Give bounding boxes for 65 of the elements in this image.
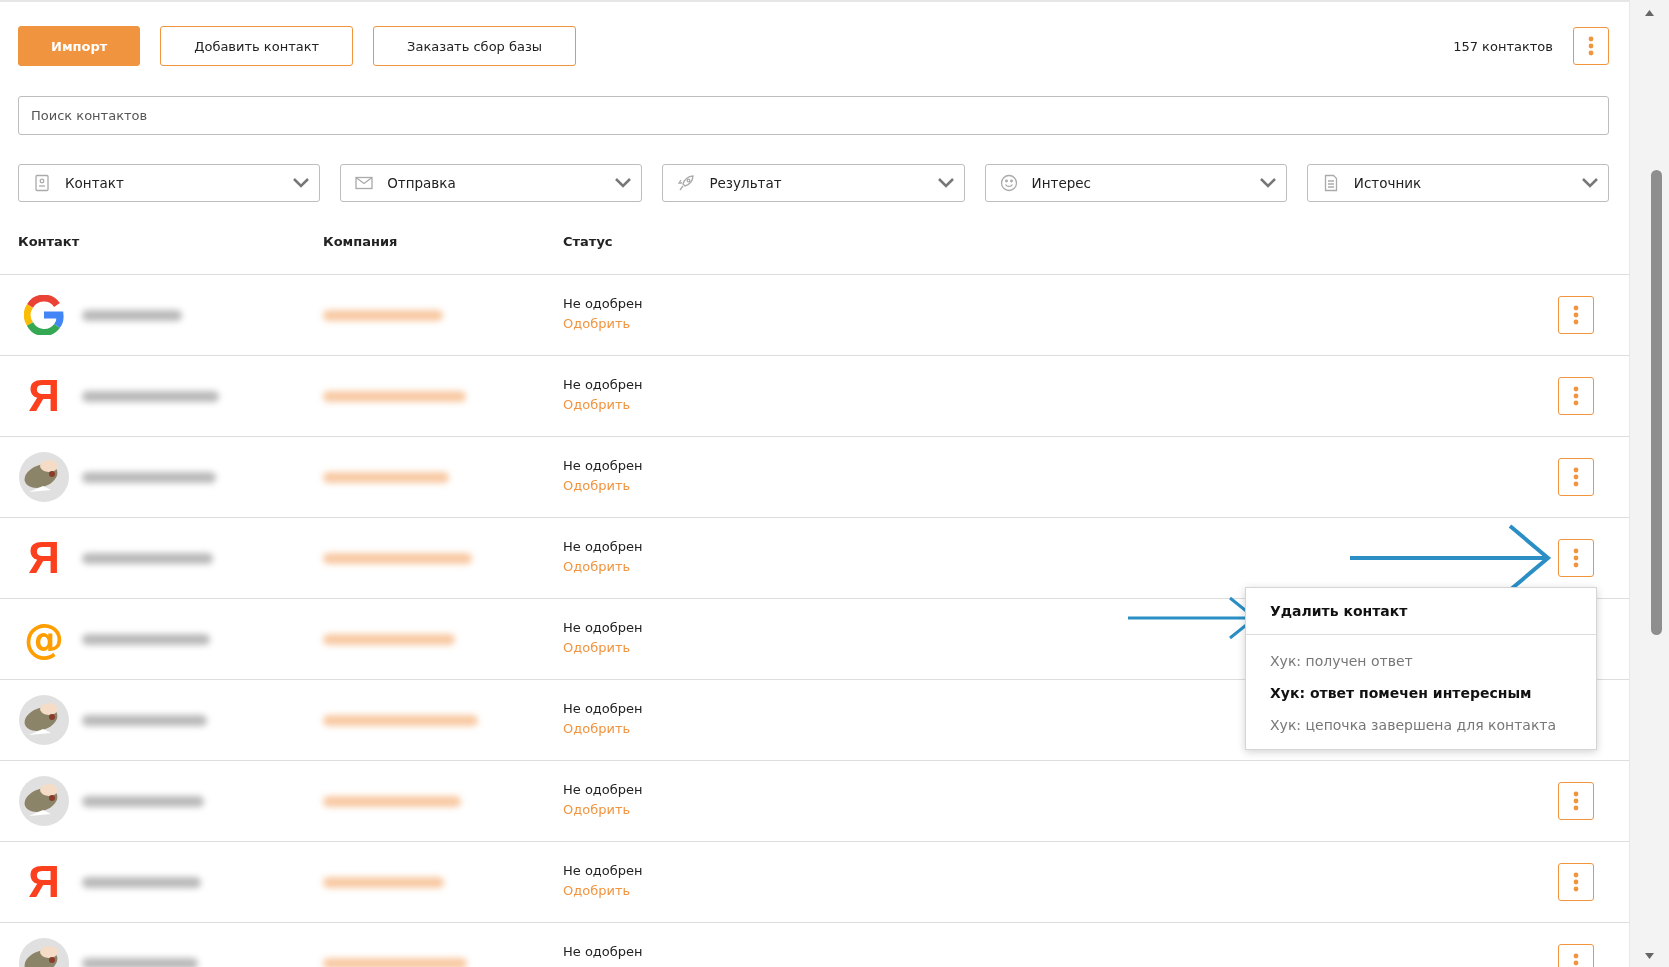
more-icon (1573, 386, 1579, 406)
contact-book-icon (33, 174, 51, 192)
status-text: Не одобрен (563, 296, 643, 311)
search-field[interactable]: Поиск контактов (18, 96, 1609, 135)
scroll-down-icon (1645, 953, 1654, 959)
status-text: Не одобрен (563, 944, 643, 959)
more-icon (1573, 548, 1579, 568)
menu-item[interactable]: Хук: ответ помечен интересным (1246, 677, 1596, 709)
status-text: Не одобрен (563, 782, 643, 797)
menu-item[interactable]: Удалить контакт (1246, 588, 1596, 635)
row-menu-button[interactable] (1558, 782, 1594, 820)
approve-link[interactable]: Одобрить (563, 721, 631, 736)
approve-link[interactable]: Одобрить (563, 802, 631, 817)
more-icon (1573, 467, 1579, 487)
row-menu-button[interactable] (1558, 539, 1594, 577)
envelope-icon (355, 174, 374, 192)
chevron-down-icon (615, 178, 632, 188)
chevron-down-icon (293, 178, 310, 188)
chevron-down-icon (937, 178, 954, 188)
logo-symbol: @ (24, 619, 64, 659)
more-icon (1588, 36, 1594, 56)
contact-count: 157 контактов (1453, 38, 1553, 54)
smiley-icon (999, 174, 1018, 192)
column-header: Компания (323, 233, 398, 249)
filter-dropdown[interactable]: Отправка (340, 164, 643, 202)
filter-dropdown[interactable]: Источник (1306, 164, 1609, 202)
action-button[interactable]: Заказать сбор базы (373, 26, 577, 66)
scrollbar[interactable] (1629, 0, 1669, 967)
more-button[interactable] (1573, 27, 1609, 65)
more-icon (1573, 305, 1579, 325)
more-icon (1573, 872, 1579, 892)
approve-link[interactable]: Одобрить (563, 559, 631, 574)
approve-link[interactable]: Одобрить (563, 478, 631, 493)
logo-letter: Я (28, 374, 60, 418)
filter-dropdown[interactable]: Результат (662, 164, 965, 202)
status-text: Не одобрен (563, 458, 643, 473)
column-header: Контакт (18, 233, 80, 249)
more-icon (1573, 953, 1579, 967)
approve-link[interactable]: Одобрить (563, 316, 631, 331)
approve-link[interactable]: Одобрить (563, 640, 631, 655)
logo-letter: Я (28, 536, 60, 580)
logo-letter: Я (28, 860, 60, 904)
approve-link[interactable]: Одобрить (563, 397, 631, 412)
row-menu-button[interactable] (1558, 296, 1594, 334)
row-menu-button[interactable] (1558, 458, 1594, 496)
approve-link[interactable]: Одобрить (563, 883, 631, 898)
chevron-down-icon (1259, 178, 1276, 188)
import-button[interactable]: Импорт (18, 26, 141, 66)
status-text: Не одобрен (563, 620, 643, 635)
action-button[interactable]: Добавить контакт (160, 26, 354, 66)
scroll-up-icon (1645, 10, 1654, 16)
logo-icon (24, 295, 64, 335)
status-text: Не одобрен (563, 377, 643, 392)
filter-dropdown[interactable]: Интерес (984, 164, 1287, 202)
chevron-down-icon (1582, 178, 1598, 188)
status-text: Не одобрен (563, 701, 643, 716)
rocket-icon (677, 174, 696, 192)
row-menu-button[interactable] (1558, 377, 1594, 415)
column-header: Статус (563, 233, 613, 249)
more-icon (1573, 791, 1579, 811)
status-text: Не одобрен (563, 539, 643, 554)
row-menu-button[interactable] (1558, 863, 1594, 901)
scrollbar-thumb[interactable] (1651, 170, 1662, 635)
filter-dropdown[interactable]: Контакт (18, 164, 321, 202)
status-text: Не одобрен (563, 863, 643, 878)
